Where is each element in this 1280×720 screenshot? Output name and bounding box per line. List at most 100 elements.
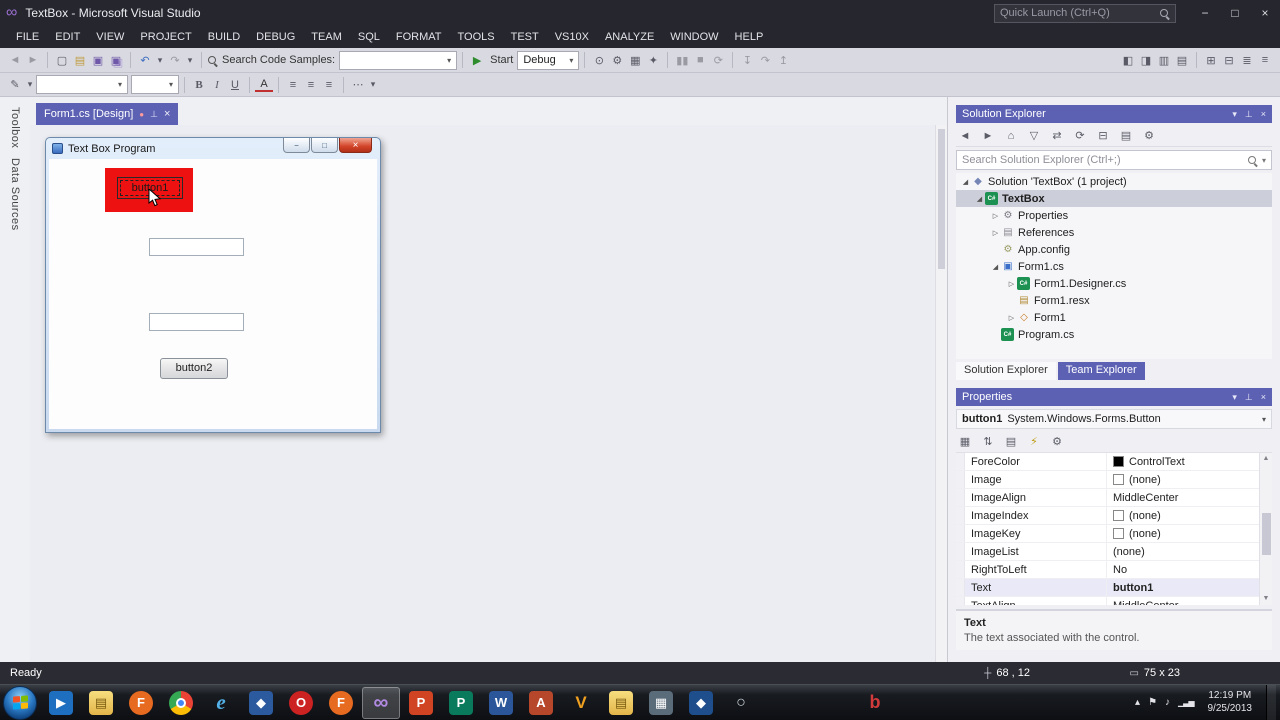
align-rights-icon[interactable]: ◨ (1137, 50, 1155, 70)
menu-item-sql[interactable]: SQL (350, 26, 388, 48)
scrollbar-thumb[interactable] (1261, 513, 1271, 555)
tab-team-explorer[interactable]: Team Explorer (1057, 362, 1145, 380)
save-icon[interactable]: ▣ (89, 50, 107, 70)
menu-item-test[interactable]: TEST (503, 26, 547, 48)
chevron-expanded-icon[interactable]: ◢ (974, 195, 985, 203)
align-left-icon[interactable]: ≡ (284, 75, 302, 95)
align-center-icon[interactable]: ≡ (302, 75, 320, 95)
tab-solution-explorer[interactable]: Solution Explorer (956, 362, 1056, 380)
property-row-text[interactable]: Text button1 (956, 579, 1259, 597)
maximize-button[interactable]: □ (1220, 0, 1250, 26)
home-icon[interactable]: ⌂ (1004, 126, 1018, 146)
property-value[interactable]: (none) (1107, 543, 1259, 560)
network-icon[interactable]: ▁▃▅ (1178, 698, 1195, 707)
tree-item-form1-cs[interactable]: ◢ ▣ Form1.cs (956, 258, 1272, 275)
taskbar-bing[interactable]: b (856, 687, 894, 719)
taskbar-visual-studio[interactable]: ∞ (362, 686, 400, 719)
property-value[interactable]: (none) (1107, 471, 1259, 488)
redo-dropdown-icon[interactable]: ▾ (184, 50, 196, 70)
form-maximize-button[interactable]: □ (311, 138, 338, 153)
edit-pencil-icon[interactable]: ✎ (6, 75, 24, 95)
property-row-imagealign[interactable]: ImageAlign MiddleCenter (956, 489, 1259, 507)
chevron-expanded-icon[interactable]: ◢ (960, 178, 971, 186)
tree-item-form1-class[interactable]: ▷ ◇ Form1 (956, 309, 1272, 326)
form-minimize-button[interactable]: − (283, 138, 310, 153)
bold-icon[interactable]: B (190, 75, 208, 95)
property-row-image[interactable]: Image (none) (956, 471, 1259, 489)
extension-icon[interactable]: ✦ (644, 50, 662, 70)
property-row-righttoleft[interactable]: RightToLeft No (956, 561, 1259, 579)
taskbar-access[interactable]: A (522, 687, 560, 719)
chevron-down-icon[interactable]: ▾ (1262, 415, 1266, 424)
solution-explorer-search-box[interactable]: ▾ (956, 150, 1272, 170)
menu-item-view[interactable]: VIEW (88, 26, 132, 48)
minimize-button[interactable]: − (1190, 0, 1220, 26)
chevron-collapsed-icon[interactable]: ▷ (1006, 280, 1017, 288)
taskbar-opera[interactable]: O (282, 687, 320, 719)
categorized-icon[interactable]: ▦ (958, 431, 972, 451)
taskbar-media-player[interactable]: ▶ (42, 687, 80, 719)
property-row-imageindex[interactable]: ImageIndex (none) (956, 507, 1259, 525)
stop-icon[interactable]: ■ (691, 50, 709, 70)
align-lefts-icon[interactable]: ◧ (1119, 50, 1137, 70)
sidebar-tab-data-sources[interactable]: Data Sources (9, 158, 21, 231)
close-button[interactable]: × (1250, 0, 1280, 26)
document-scrollbar[interactable] (935, 125, 947, 662)
tab-form1-design[interactable]: Form1.cs [Design] ● ⊥ × (36, 103, 179, 125)
property-grid-scrollbar[interactable]: ▲ ▼ (1259, 453, 1272, 605)
close-icon[interactable]: × (1261, 109, 1266, 119)
menu-item-edit[interactable]: EDIT (47, 26, 88, 48)
menu-item-format[interactable]: FORMAT (388, 26, 450, 48)
taskbar-folder[interactable]: ▤ (602, 687, 640, 719)
menu-item-project[interactable]: PROJECT (132, 26, 199, 48)
property-value[interactable]: (none) (1107, 507, 1259, 524)
chevron-down-icon[interactable]: ▾ (564, 56, 578, 65)
tree-item-references[interactable]: ▷ ▤ References (956, 224, 1272, 241)
scroll-down-icon[interactable]: ▼ (1263, 593, 1270, 605)
menu-item-window[interactable]: WINDOW (662, 26, 726, 48)
vertical-spacing-icon[interactable]: ≡ (1256, 50, 1274, 70)
options-gear-icon[interactable]: ⚙ (608, 50, 626, 70)
designer-surface[interactable]: Text Box Program − □ × button1 button2 (30, 125, 935, 662)
step-into-icon[interactable]: ↧ (738, 50, 756, 70)
chevron-down-icon[interactable]: ▾ (442, 56, 456, 65)
start-button[interactable]: Start (490, 54, 513, 66)
more-options-icon[interactable]: ⋯ (349, 75, 367, 95)
sync-with-active-document-icon[interactable]: ⇄ (1050, 126, 1064, 146)
scroll-up-icon[interactable]: ▲ (1263, 453, 1270, 465)
underline-icon[interactable]: U (226, 75, 244, 95)
tree-item-app-config[interactable]: ⚙ App.config (956, 241, 1272, 258)
solution-grid-icon[interactable]: ▦ (626, 50, 644, 70)
chevron-down-icon[interactable]: ▾ (113, 80, 127, 89)
close-tab-icon[interactable]: × (164, 108, 170, 120)
back-icon[interactable]: ◄ (958, 126, 972, 146)
chevron-down-icon[interactable]: ▾ (164, 80, 178, 89)
taskbar-firefox[interactable]: F (122, 687, 160, 719)
make-same-width-icon[interactable]: ⊞ (1202, 50, 1220, 70)
tree-item-program-cs[interactable]: C# Program.cs (956, 326, 1272, 343)
taskbar-chrome[interactable] (162, 687, 200, 719)
make-same-height-icon[interactable]: ⊟ (1220, 50, 1238, 70)
restart-icon[interactable]: ⟳ (709, 50, 727, 70)
properties-view-icon[interactable]: ▤ (1004, 431, 1018, 451)
property-row-imagelist[interactable]: ImageList (none) (956, 543, 1259, 561)
forward-icon[interactable]: ► (981, 126, 995, 146)
taskbar-word[interactable]: W (482, 687, 520, 719)
chevron-down-icon[interactable]: ▾ (367, 75, 379, 95)
tree-item-properties[interactable]: ▷ ⚙ Properties (956, 207, 1272, 224)
font-family-combo[interactable]: ▾ (36, 75, 128, 94)
redo-icon[interactable]: ↷ (166, 50, 184, 70)
events-icon[interactable]: ⚡ (1027, 431, 1041, 451)
property-value[interactable]: button1 (1107, 579, 1259, 596)
save-all-icon[interactable]: ▣ (107, 50, 125, 70)
chevron-collapsed-icon[interactable]: ▷ (990, 212, 1001, 220)
pin-icon[interactable]: ⊥ (150, 109, 158, 120)
open-file-icon[interactable]: ▤ (71, 50, 89, 70)
properties-gear-icon[interactable]: ⚙ (1142, 126, 1156, 146)
action-center-flag-icon[interactable]: ⚑ (1148, 697, 1157, 708)
properties-object-selector[interactable]: button1 System.Windows.Forms.Button ▾ (956, 409, 1272, 429)
property-row-imagekey[interactable]: ImageKey (none) (956, 525, 1259, 543)
taskbar-firefox-2[interactable]: F (322, 687, 360, 719)
menu-item-file[interactable]: FILE (8, 26, 47, 48)
refresh-icon[interactable]: ⟳ (1073, 126, 1087, 146)
